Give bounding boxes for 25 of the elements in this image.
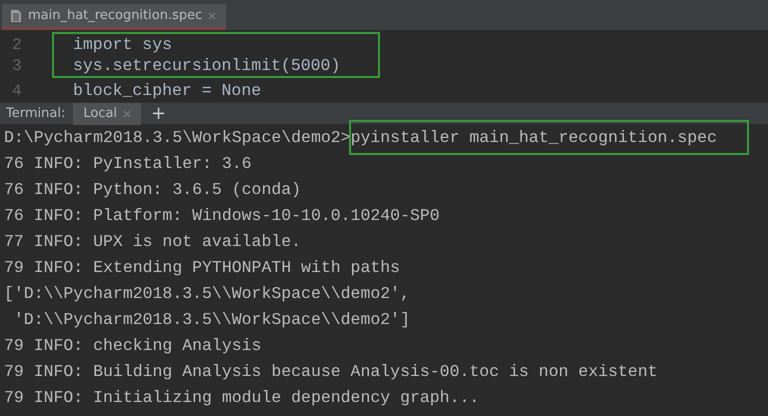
terminal-output: 76 INFO: Python: 3.6.5 (conda) bbox=[4, 180, 302, 198]
terminal-output: 79 INFO: Building Analysis because Analysis-00.toc is non existent bbox=[4, 362, 658, 380]
terminal-output: 'D:\\Pycharm2018.3.5\\WorkSpace\\demo2'] bbox=[12, 310, 410, 328]
terminal-prompt: D:\Pycharm2018.3.5\WorkSpace\demo2> bbox=[4, 128, 351, 146]
close-icon[interactable] bbox=[123, 110, 132, 118]
terminal-output: 77 INFO: UPX is not available. bbox=[4, 232, 302, 250]
close-icon[interactable] bbox=[208, 12, 216, 20]
terminal-label: Terminal: bbox=[5, 106, 66, 121]
code-line: sys.setrecursionlimit(5000) bbox=[72, 56, 340, 75]
file-icon bbox=[10, 8, 22, 22]
terminal-output: 76 INFO: PyInstaller: 3.6 bbox=[4, 154, 252, 172]
terminal-output: 76 INFO: Platform: Windows-10-10.0.10240-SP0 bbox=[4, 206, 440, 224]
code-line: import sys bbox=[72, 35, 172, 54]
line-number: 4 bbox=[11, 82, 23, 100]
terminal-output: 79 INFO: Initializing module dependency graph... bbox=[4, 388, 480, 406]
line-number: 3 bbox=[11, 56, 23, 74]
new-tab-button[interactable]: + bbox=[141, 103, 176, 124]
terminal-output: ['D:\\Pycharm2018.3.5\\WorkSpace\\demo2', bbox=[4, 284, 410, 302]
line-number: 2 bbox=[11, 36, 23, 54]
highlighted-command: pyinstaller main_hat_recognition.spec bbox=[348, 120, 749, 154]
terminal-output: 79 INFO: Extending PYTHONPATH with paths bbox=[4, 258, 400, 276]
terminal-output: 79 INFO: checking Analysis bbox=[4, 336, 262, 354]
code-line: block_cipher = None bbox=[72, 81, 262, 100]
terminal-tab[interactable]: Local bbox=[73, 102, 142, 124]
editor-tab[interactable]: main_hat_recognition.spec bbox=[2, 4, 226, 30]
